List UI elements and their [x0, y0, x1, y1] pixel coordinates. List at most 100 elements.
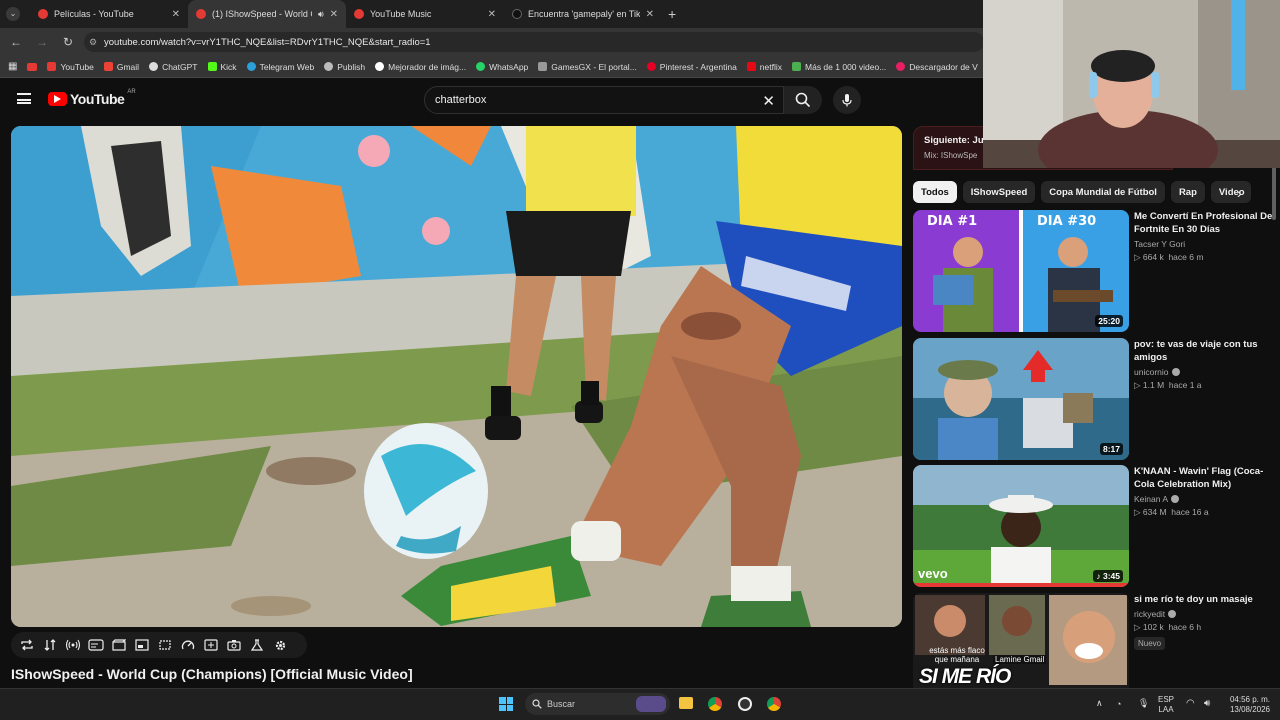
- chip-todos[interactable]: Todos: [913, 181, 957, 203]
- tab-world-cup[interactable]: (1) IShowSpeed - World Cup 🔊︎ ✕: [188, 0, 346, 28]
- flask-icon[interactable]: [249, 638, 265, 652]
- search-input[interactable]: chatterbox ✕: [424, 86, 784, 114]
- bookmark-label: Gmail: [116, 61, 140, 72]
- chip-ishowspeed[interactable]: IShowSpeed: [962, 181, 1036, 203]
- bookmark-chatgpt[interactable]: ChatGPT: [149, 62, 198, 72]
- bookmark-publish[interactable]: Publish: [324, 62, 365, 72]
- rec-channel[interactable]: Keinan A: [1134, 494, 1274, 504]
- rec-title[interactable]: pov: te vas de viaje con tus amigos: [1134, 338, 1274, 364]
- ambient-mode-icon[interactable]: [157, 638, 173, 652]
- bookmark-descargador[interactable]: Descargador de V: [896, 62, 978, 72]
- gear-icon[interactable]: [272, 638, 288, 652]
- network-icon[interactable]: ◔: [1116, 699, 1121, 709]
- video-thumbnail[interactable]: estás más flaco que mañana Lamine Gmail …: [913, 593, 1129, 688]
- youtube-logo[interactable]: YouTube AR: [48, 89, 136, 107]
- clock[interactable]: 04:56 p. m. 13/08/2026: [1224, 695, 1276, 715]
- video-player[interactable]: [11, 126, 902, 627]
- close-tab-icon[interactable]: ✕: [330, 9, 338, 20]
- bookmark-label: Descargador de V: [909, 61, 978, 72]
- tab-title: Películas - YouTube: [54, 9, 134, 19]
- chip-copa-mundial[interactable]: Copa Mundial de Fútbol: [1041, 181, 1165, 203]
- bookmark-gmail[interactable]: Gmail: [103, 61, 140, 72]
- clapperboard-icon[interactable]: [111, 638, 127, 652]
- rec-title[interactable]: Me Convertí En Profesional De Fortnite E…: [1134, 210, 1274, 236]
- close-tab-icon[interactable]: ✕: [172, 9, 180, 20]
- bookmark-gamesgx[interactable]: GamesGX - El portal...: [538, 62, 637, 72]
- sort-icon[interactable]: [42, 638, 58, 652]
- tab-search-chevron-icon[interactable]: ⌄: [6, 7, 20, 21]
- bookmark-label: netflix: [759, 61, 783, 72]
- chip-rap[interactable]: Rap: [1170, 181, 1205, 203]
- video-thumbnail[interactable]: DIA #1 DIA #30 25:20: [913, 210, 1129, 332]
- bookmark-whatsapp[interactable]: WhatsApp: [476, 62, 528, 72]
- url-text: youtube.com/watch?v=vrY1THC_NQE&list=RDv…: [104, 36, 431, 48]
- new-badge: Nuevo: [1134, 637, 1166, 650]
- captions-settings-icon[interactable]: [88, 638, 104, 652]
- upload-age: hace 6 h: [1168, 622, 1202, 632]
- site-info-icon[interactable]: ⚙: [89, 37, 97, 48]
- screenshot-icon[interactable]: [226, 638, 242, 652]
- tab-title: (1) IShowSpeed - World Cup: [212, 9, 312, 19]
- menu-icon[interactable]: [17, 93, 31, 104]
- bookmark-label: Más de 1 000 video...: [805, 61, 887, 72]
- loop-icon[interactable]: [19, 638, 35, 652]
- bookmark-youtube-icon[interactable]: [27, 62, 38, 71]
- speaker-icon[interactable]: 🔊︎: [318, 9, 324, 20]
- speed-icon[interactable]: [180, 638, 196, 652]
- chip-video[interactable]: Video: [1210, 181, 1251, 203]
- tab-peliculas[interactable]: Películas - YouTube ✕: [30, 0, 188, 28]
- bookmark-telegram[interactable]: Telegram Web: [246, 62, 314, 72]
- recommendation-item[interactable]: DIA #1 DIA #30 25:20 Me Convertí En Prof…: [913, 210, 1273, 332]
- close-tab-icon[interactable]: ✕: [488, 9, 496, 20]
- start-button[interactable]: [499, 697, 513, 711]
- bookmark-label: WhatsApp: [489, 61, 529, 72]
- bookmark-videos[interactable]: Más de 1 000 video...: [792, 62, 886, 72]
- rec-channel[interactable]: Tacser Y Gori: [1134, 239, 1274, 249]
- scrollbar[interactable]: [1272, 160, 1276, 220]
- rec-title[interactable]: K'NAAN - Wavin' Flag (Coca-Cola Celebrat…: [1134, 465, 1274, 491]
- window-icon[interactable]: [134, 638, 150, 652]
- recommendation-item[interactable]: vevo ♪ 3:45 K'NAAN - Wavin' Flag (Coca-C…: [913, 465, 1273, 587]
- clear-search-icon[interactable]: ✕: [762, 92, 775, 110]
- rec-meta: ▷ 102 k hace 6 h: [1134, 622, 1202, 632]
- bookmark-youtube[interactable]: YouTube: [47, 62, 94, 72]
- search-button[interactable]: [784, 86, 822, 114]
- wifi-icon[interactable]: ◠: [1186, 698, 1195, 709]
- new-tab-button[interactable]: +: [668, 6, 676, 22]
- rec-channel[interactable]: rickyedit: [1134, 609, 1273, 619]
- add-media-icon[interactable]: [203, 638, 219, 652]
- recommendation-item[interactable]: estás más flaco que mañana Lamine Gmail …: [913, 593, 1273, 688]
- view-count: 102 k: [1142, 622, 1164, 632]
- chrome-profile-icon[interactable]: [767, 697, 781, 711]
- rec-channel[interactable]: unicornio: [1134, 367, 1274, 377]
- chrome-icon[interactable]: [708, 697, 722, 711]
- video-thumbnail[interactable]: vevo ♪ 3:45: [913, 465, 1129, 587]
- caption-text-1: estás más flaco que mañana: [929, 646, 985, 664]
- app-dark-icon[interactable]: [738, 697, 752, 711]
- recommendation-item[interactable]: 8:17 pov: te vas de viaje con tus amigos…: [913, 338, 1273, 460]
- channel-name: Keinan A: [1134, 494, 1169, 504]
- bookmark-pinterest[interactable]: Pinterest - Argentina: [646, 62, 737, 72]
- volume-icon[interactable]: 🔊︎: [1204, 698, 1210, 709]
- language-indicator[interactable]: ESP LAA: [1158, 695, 1174, 715]
- file-explorer-icon[interactable]: [679, 697, 693, 709]
- apps-grid-icon[interactable]: ▦: [8, 61, 17, 72]
- close-tab-icon[interactable]: ✕: [646, 9, 654, 20]
- forward-icon[interactable]: →: [34, 35, 50, 49]
- rec-title[interactable]: si me río te doy un masaje: [1134, 593, 1273, 606]
- tab-youtube-music[interactable]: YouTube Music ✕: [346, 0, 504, 28]
- voice-search-button[interactable]: [833, 86, 861, 114]
- bookmark-netflix[interactable]: netflix: [746, 61, 783, 72]
- taskbar-search[interactable]: Buscar: [525, 693, 670, 715]
- chips-next-arrow-icon[interactable]: ›: [1237, 185, 1242, 201]
- address-bar[interactable]: ⚙ youtube.com/watch?v=vrY1THC_NQE&list=R…: [84, 32, 984, 52]
- broadcast-icon[interactable]: [65, 638, 81, 652]
- microphone-tray-icon[interactable]: 🎙︎: [1138, 698, 1149, 709]
- reload-icon[interactable]: ↻: [60, 35, 76, 49]
- video-thumbnail[interactable]: 8:17: [913, 338, 1129, 460]
- bookmark-mejorador[interactable]: Mejorador de imág...: [375, 62, 466, 72]
- bookmark-kick[interactable]: Kick: [207, 62, 237, 72]
- back-icon[interactable]: ←: [8, 35, 24, 49]
- tab-tiktok[interactable]: Encuentra 'gamepaly' en TikTok ✕: [504, 0, 662, 28]
- tray-chevron-icon[interactable]: ∧: [1096, 698, 1103, 709]
